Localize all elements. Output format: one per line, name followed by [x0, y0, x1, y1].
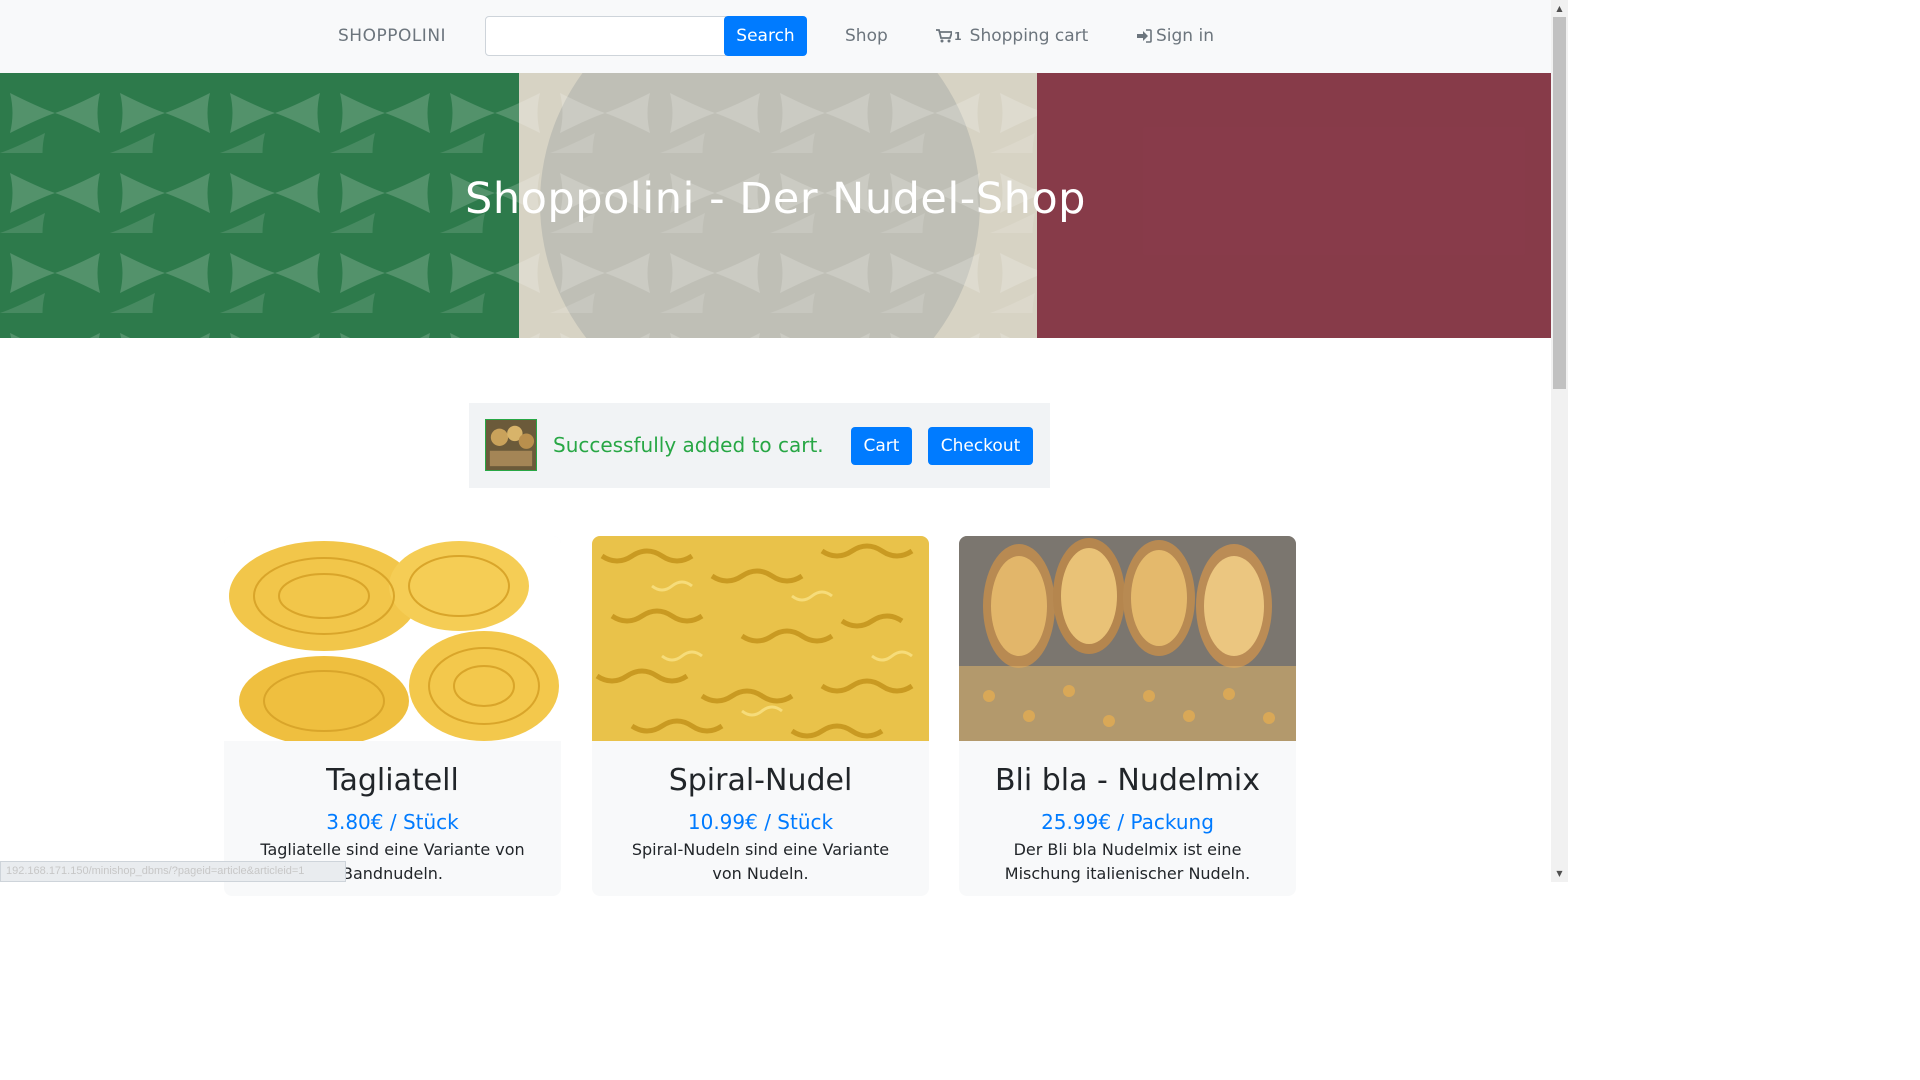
search-input[interactable]: [485, 16, 726, 56]
top-navbar: SHOPPOLINI Search Shop 1 Shopping cart Si…: [0, 0, 1551, 73]
search-button[interactable]: Search: [724, 16, 807, 56]
product-name[interactable]: Bli bla - Nudelmix: [959, 763, 1296, 798]
scroll-up-arrow-icon[interactable]: ▲: [1551, 0, 1568, 17]
sign-in-icon: [1137, 29, 1152, 43]
checkout-button[interactable]: Checkout: [928, 427, 1033, 465]
product-thumbnail: [485, 419, 537, 471]
product-name[interactable]: Tagliatell: [224, 763, 561, 798]
product-card[interactable]: Spiral-Nudel 10.99€ / Stück Spiral-Nudel…: [592, 536, 929, 896]
product-image-tagliatelle: [224, 536, 561, 741]
shopping-cart-icon: [936, 29, 952, 43]
nav-signin-link[interactable]: Sign in: [1137, 26, 1214, 46]
product-card[interactable]: Tagliatell 3.80€ / Stück Tagliatelle sin…: [224, 536, 561, 896]
hero-banner: Shoppolini - Der Nudel-Shop: [0, 73, 1551, 338]
nav-cart-label: Shopping cart: [969, 26, 1089, 46]
cart-count-badge: 1: [954, 30, 962, 43]
vertical-scrollbar[interactable]: ▲ ▼: [1551, 0, 1568, 882]
product-price: 25.99€ / Packung: [1041, 810, 1214, 834]
cart-button[interactable]: Cart: [851, 427, 912, 465]
success-message: Successfully added to cart.: [553, 433, 824, 457]
nav-signin-label: Sign in: [1156, 26, 1214, 46]
product-description: Der Bli bla Nudelmix ist eine Mischung i…: [1004, 840, 1251, 883]
scrollbar-thumb[interactable]: [1553, 17, 1566, 389]
product-image-nudelmix: [959, 536, 1296, 741]
product-description: Spiral-Nudeln sind eine Variante von Nud…: [631, 840, 890, 883]
browser-status-bar: 192.168.171.150/minishop_dbms/?pageid=ar…: [0, 861, 346, 882]
product-price: 3.80€ / Stück: [326, 810, 459, 834]
cart-success-alert: Successfully added to cart. Cart Checkou…: [469, 403, 1050, 488]
product-image-spiral: [592, 536, 929, 741]
product-card[interactable]: Bli bla - Nudelmix 25.99€ / Packung Der …: [959, 536, 1296, 896]
product-card-body: Spiral-Nudel 10.99€ / Stück Spiral-Nudel…: [592, 741, 929, 886]
nav-cart-link[interactable]: 1 Shopping cart: [936, 26, 1088, 46]
brand-logo[interactable]: SHOPPOLINI: [338, 26, 446, 46]
product-name[interactable]: Spiral-Nudel: [592, 763, 929, 798]
scroll-down-arrow-icon[interactable]: ▼: [1551, 865, 1568, 882]
product-card-body: Bli bla - Nudelmix 25.99€ / Packung Der …: [959, 741, 1296, 886]
product-price: 10.99€ / Stück: [687, 810, 834, 834]
status-url: 192.168.171.150/minishop_dbms/?pageid=ar…: [6, 865, 305, 877]
hero-title: Shoppolini - Der Nudel-Shop: [465, 174, 1086, 224]
nav-shop-link[interactable]: Shop: [845, 26, 888, 46]
